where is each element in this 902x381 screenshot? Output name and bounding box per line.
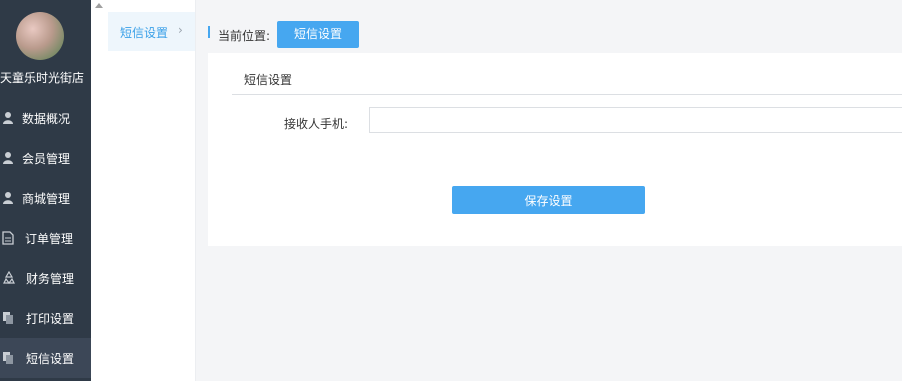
save-settings-button[interactable]: 保存设置 (452, 186, 645, 214)
chevron-right-icon: › (178, 23, 183, 37)
sidebar-item-orders[interactable]: 订单管理 (0, 218, 91, 258)
breadcrumb-label: 当前位置: (218, 29, 271, 43)
user-icon (3, 152, 13, 164)
sidebar-scrollbar[interactable] (91, 0, 108, 381)
divider (232, 94, 902, 95)
copy-icon (3, 352, 13, 364)
sms-settings-card: 短信设置 接收人手机: 保存设置 (208, 53, 902, 246)
sidebar-item-data-overview[interactable]: 数据概况 (0, 98, 91, 138)
breadcrumb-current[interactable]: 短信设置 (277, 21, 359, 48)
submenu-item-sms-settings[interactable]: 短信设置 › (108, 12, 195, 51)
card-title: 短信设置 (244, 73, 293, 87)
user-icon (3, 112, 13, 124)
sidebar-item-finance[interactable]: 财务管理 (0, 258, 91, 298)
avatar[interactable] (16, 12, 64, 60)
scroll-up-arrow-icon[interactable] (95, 3, 103, 8)
shop-name: 天童乐时光街店 (0, 71, 85, 85)
sidebar-item-label: 数据概况 (22, 112, 71, 126)
breadcrumb-marker (208, 26, 210, 38)
sidebar-item-label: 打印设置 (26, 312, 75, 326)
sidebar-item-label: 会员管理 (22, 152, 71, 166)
phone-input[interactable] (369, 107, 902, 133)
recycle-icon (3, 271, 15, 284)
main-sidebar: 天童乐时光街店 数据概况 会员管理 商城管理 订单管理 财务管理 打印设置 短信… (0, 0, 91, 381)
phone-field-label: 接收人手机: (284, 117, 349, 131)
sidebar-item-label: 订单管理 (25, 232, 74, 246)
copy-icon (3, 312, 13, 324)
sidebar-item-mall[interactable]: 商城管理 (0, 178, 91, 218)
submenu: 短信设置 › (108, 0, 196, 381)
sidebar-item-print-settings[interactable]: 打印设置 (0, 298, 91, 338)
sidebar-item-members[interactable]: 会员管理 (0, 138, 91, 178)
sidebar-item-label: 商城管理 (22, 192, 71, 206)
document-icon (2, 231, 14, 245)
submenu-item-label: 短信设置 (120, 26, 169, 40)
sidebar-item-label: 财务管理 (26, 272, 75, 286)
sidebar-item-sms-settings[interactable]: 短信设置 (0, 338, 91, 378)
user-icon (3, 192, 13, 204)
sidebar-item-label: 短信设置 (26, 352, 75, 366)
